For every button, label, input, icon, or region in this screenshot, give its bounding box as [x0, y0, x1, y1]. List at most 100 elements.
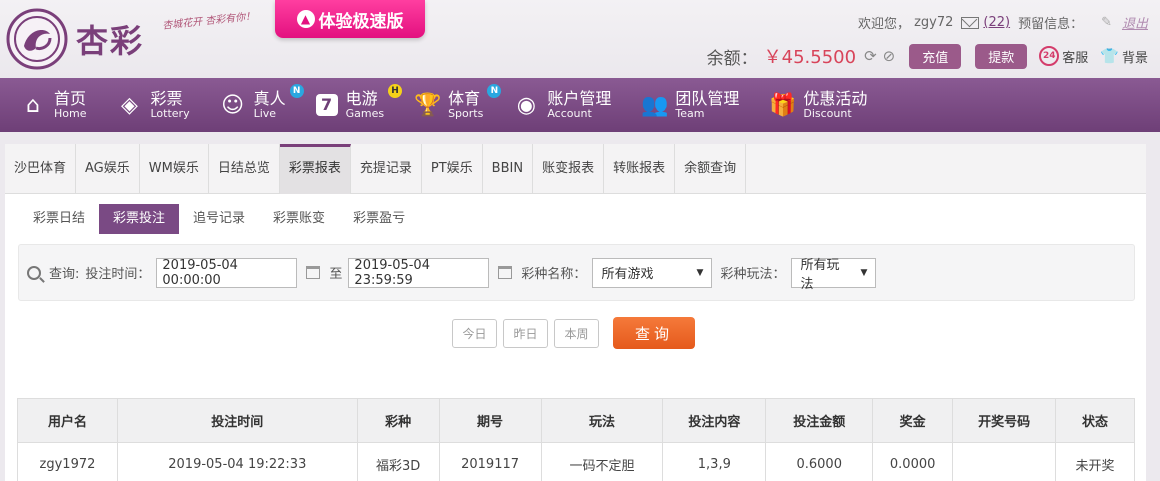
- subtab-daily[interactable]: 彩票日结: [19, 204, 99, 234]
- lottery-icon: ◈: [121, 92, 138, 118]
- nav-discount[interactable]: 🎁 优惠活动 Discount: [769, 90, 867, 120]
- today-button[interactable]: 今日: [452, 318, 497, 348]
- nav-label-en: Games: [345, 106, 385, 120]
- tab-saba-sports[interactable]: 沙巴体育: [5, 144, 77, 194]
- withdraw-button[interactable]: 提款: [975, 43, 1028, 69]
- query-button[interactable]: 查询: [613, 317, 695, 349]
- nav-label-cn: 体育: [448, 89, 481, 109]
- refresh-icon[interactable]: ⟳: [864, 47, 877, 65]
- subtab-profit-loss[interactable]: 彩票盈亏: [339, 204, 419, 234]
- chevron-down-icon: ▼: [696, 267, 704, 278]
- background-button[interactable]: 👕 背景: [1100, 47, 1148, 66]
- main-nav: ⌂ 首页 Home ◈ 彩票 Lottery ☺ 真人 Live N 7 电游 Game…: [0, 78, 1160, 132]
- brand-name[interactable]: 杏彩: [76, 16, 144, 62]
- col-prize: 奖金: [872, 398, 954, 443]
- balance-value: ￥45.5500: [763, 47, 857, 68]
- nav-label-cn: 优惠活动: [803, 89, 868, 109]
- nav-label-cn: 真人: [253, 89, 286, 109]
- this-week-button[interactable]: 本周: [554, 318, 599, 348]
- background-label: 背景: [1121, 50, 1148, 66]
- username: zgy72: [914, 15, 954, 30]
- user-info-line: 欢迎您， zgy72 (22) 预留信息： ✎ 退出: [858, 13, 1148, 32]
- gift-icon: 🎁: [769, 92, 797, 118]
- team-icon: 👥: [641, 92, 669, 118]
- nav-lottery[interactable]: ◈ 彩票 Lottery: [116, 90, 190, 120]
- tab-bbin[interactable]: BBIN: [483, 144, 534, 194]
- customer-service-button[interactable]: 24 客服: [1039, 46, 1088, 66]
- tab-daily-overview[interactable]: 日结总览: [209, 144, 280, 194]
- mail-count-link[interactable]: (22): [983, 15, 1010, 30]
- col-lottery: 彩种: [356, 398, 440, 443]
- col-username: 用户名: [17, 398, 118, 443]
- cell-bet-amount: 0.6000: [765, 442, 874, 481]
- brand-logo-icon[interactable]: [6, 8, 68, 70]
- start-time-input[interactable]: 2019-05-04 00:00:00: [156, 257, 298, 288]
- play-type-value: 所有玩法: [800, 257, 840, 292]
- cell-lottery: 福彩3D: [356, 442, 440, 481]
- cell-username: zgy1972: [17, 442, 118, 481]
- nav-label-cn: 团队管理: [675, 89, 740, 109]
- calendar-icon[interactable]: [498, 266, 513, 279]
- tab-transfer-report[interactable]: 转账报表: [604, 144, 676, 194]
- nav-sports[interactable]: 🏆 体育 Sports N: [414, 84, 502, 120]
- yesterday-button[interactable]: 昨日: [503, 318, 548, 348]
- nav-label-en: Account: [547, 106, 592, 120]
- bet-time-label: 投注时间：: [85, 267, 151, 282]
- cell-play: 一码不定胆: [540, 442, 664, 481]
- speed-version-button[interactable]: ▲ 体验极速版: [275, 0, 425, 38]
- lottery-name-value: 所有游戏: [601, 267, 654, 282]
- cell-prize: 0.0000: [872, 442, 954, 481]
- lottery-name-label: 彩种名称：: [521, 267, 587, 282]
- subtab-bets[interactable]: 彩票投注: [99, 204, 180, 234]
- table-row[interactable]: zgy1972 2019-05-04 19:22:33 福彩3D 2019117…: [17, 442, 1135, 481]
- recharge-button[interactable]: 充值: [909, 43, 962, 69]
- logout-link[interactable]: 退出: [1122, 13, 1148, 32]
- account-icon: ◉: [516, 92, 536, 118]
- calendar-icon[interactable]: [306, 266, 321, 279]
- nav-home[interactable]: ⌂ 首页 Home: [20, 90, 86, 120]
- tab-wm[interactable]: WM娱乐: [140, 144, 209, 194]
- chevron-down-icon: ▼: [860, 267, 868, 278]
- shirt-icon: 👕: [1100, 47, 1119, 65]
- subtab-account-change[interactable]: 彩票账变: [259, 204, 339, 234]
- filter-bar: 查询: 投注时间： 2019-05-04 00:00:00 至 2019-05-…: [18, 244, 1135, 301]
- subtab-chase[interactable]: 追号记录: [179, 204, 259, 234]
- live-icon: ☺: [221, 92, 245, 118]
- header: 杏彩 杏城花开 杏彩有你！ ▲ 体验极速版 欢迎您， zgy72 (22) 预留…: [0, 0, 1160, 78]
- games-icon: 7: [315, 94, 338, 116]
- col-bet-time: 投注时间: [116, 398, 358, 443]
- new-badge: N: [289, 84, 304, 99]
- end-time-input[interactable]: 2019-05-04 23:59:59: [348, 257, 490, 288]
- play-type-select[interactable]: 所有玩法 ▼: [791, 257, 877, 292]
- cell-bet-content: 1,3,9: [662, 442, 767, 481]
- tab-balance-query[interactable]: 余额查询: [675, 144, 747, 194]
- nav-label-en: Team: [675, 106, 705, 120]
- hide-balance-icon[interactable]: ⊘: [883, 47, 896, 65]
- bet-records-table: 用户名 投注时间 彩种 期号 玩法 投注内容 投注金额 奖金 开奖号码 状态 z…: [17, 398, 1135, 481]
- quick-range-row: 今日 昨日 本周 查询: [452, 317, 695, 349]
- home-icon: ⌂: [26, 92, 40, 118]
- to-label: 至: [329, 267, 343, 282]
- cell-status: 未开奖: [1055, 442, 1135, 481]
- trophy-icon: 🏆: [414, 92, 442, 118]
- edit-icon[interactable]: ✎: [1101, 15, 1112, 30]
- tab-pt[interactable]: PT娱乐: [422, 144, 483, 194]
- rocket-icon: ▲: [296, 10, 315, 28]
- mail-icon[interactable]: [961, 16, 980, 29]
- nav-label-en: Sports: [448, 106, 484, 120]
- tab-lottery-report[interactable]: 彩票报表: [279, 144, 351, 194]
- nav-live[interactable]: ☺ 真人 Live N: [220, 84, 304, 120]
- balance-row: 余额： ￥45.5500 ⟳ ⊘ 充值 提款 24 客服 👕 背景: [707, 43, 1148, 69]
- nav-label-cn: 电游: [345, 89, 378, 109]
- tab-account-change[interactable]: 账变报表: [533, 144, 605, 194]
- tab-deposit-withdraw[interactable]: 充提记录: [351, 144, 422, 194]
- col-draw-number: 开奖号码: [952, 398, 1057, 443]
- tab-ag[interactable]: AG娱乐: [76, 144, 140, 194]
- col-bet-amount: 投注金额: [765, 398, 874, 443]
- nav-games[interactable]: 7 电游 Games H: [315, 84, 403, 120]
- nav-account[interactable]: ◉ 账户管理 Account: [513, 90, 612, 120]
- nav-team[interactable]: 👥 团队管理 Team: [641, 90, 739, 120]
- lottery-name-select[interactable]: 所有游戏 ▼: [592, 257, 713, 288]
- nav-label-en: Live: [253, 106, 277, 120]
- col-play: 玩法: [540, 398, 664, 443]
